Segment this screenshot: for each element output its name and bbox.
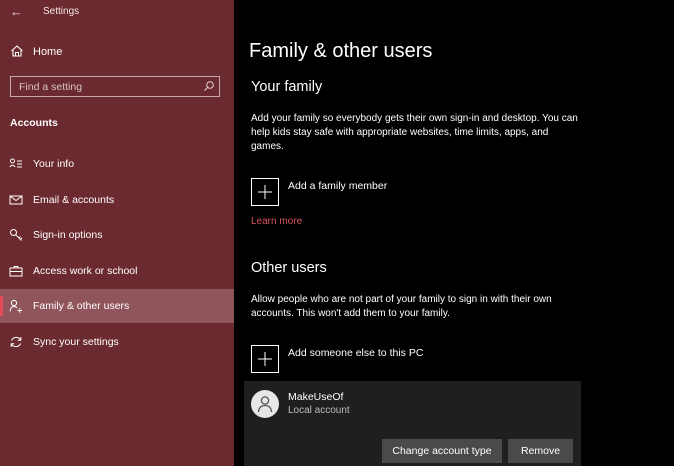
- person-icon: [257, 396, 273, 413]
- your-info-icon: [9, 158, 22, 168]
- main-content: Family & other users Your family Add you…: [234, 0, 674, 466]
- add-family-member-button[interactable]: Add a family member: [251, 178, 581, 208]
- app-title: Settings: [43, 6, 80, 17]
- sidebar-item-label: Email & accounts: [33, 194, 115, 206]
- title-bar: ← Settings: [0, 0, 234, 24]
- user-name: MakeUseOf: [288, 391, 344, 403]
- plus-icon: [258, 352, 272, 366]
- your-family-heading: Your family: [251, 79, 323, 95]
- user-account-type: Local account: [288, 405, 350, 416]
- sidebar-item-label: Family & other users: [33, 300, 130, 312]
- plus-icon: [258, 185, 272, 199]
- add-box: [251, 345, 279, 373]
- other-users-description: Allow people who are not part of your fa…: [251, 294, 552, 319]
- page-title: Family & other users: [249, 40, 433, 62]
- sync-icon: [10, 336, 22, 348]
- sidebar-item-your-info[interactable]: Your info: [0, 147, 234, 181]
- add-someone-else-button[interactable]: Add someone else to this PC: [251, 345, 581, 375]
- add-family-member-label: Add a family member: [288, 180, 388, 192]
- back-arrow-icon[interactable]: ←: [10, 4, 23, 19]
- sidebar: ← Settings Home Accounts Your info: [0, 0, 234, 466]
- search-icon[interactable]: [203, 80, 215, 92]
- sidebar-item-label: Sign-in options: [33, 229, 103, 241]
- sidebar-item-sync-settings[interactable]: Sync your settings: [0, 325, 234, 359]
- sidebar-item-label: Your info: [33, 158, 75, 170]
- key-icon: [10, 229, 23, 241]
- sidebar-item-label: Sync your settings: [33, 336, 119, 348]
- user-account-card[interactable]: MakeUseOf Local account Change account t…: [244, 381, 581, 466]
- sidebar-item-access-work[interactable]: Access work or school: [0, 254, 234, 288]
- sidebar-item-sign-in-options[interactable]: Sign-in options: [0, 218, 234, 252]
- learn-more-link[interactable]: Learn more: [251, 216, 302, 227]
- other-users-heading: Other users: [251, 260, 327, 276]
- active-indicator: [0, 296, 3, 316]
- search-input[interactable]: [11, 77, 197, 96]
- change-account-type-button[interactable]: Change account type: [382, 439, 502, 463]
- sidebar-item-label: Access work or school: [33, 265, 138, 277]
- section-heading: Accounts: [10, 117, 58, 129]
- sidebar-item-label: Home: [33, 46, 63, 58]
- remove-button[interactable]: Remove: [508, 439, 573, 463]
- sidebar-item-family-other-users[interactable]: Family & other users: [0, 289, 234, 323]
- sidebar-item-email-accounts[interactable]: Email & accounts: [0, 183, 234, 217]
- avatar: [251, 390, 279, 418]
- mail-icon: [9, 195, 23, 205]
- briefcase-icon: [9, 266, 23, 277]
- your-family-description: Add your family so everybody gets their …: [251, 113, 578, 152]
- sidebar-item-home[interactable]: Home: [0, 40, 234, 64]
- person-add-icon: [9, 299, 22, 313]
- home-icon: [11, 45, 23, 57]
- search-box: [10, 76, 220, 97]
- add-someone-else-label: Add someone else to this PC: [288, 347, 424, 359]
- add-box: [251, 178, 279, 206]
